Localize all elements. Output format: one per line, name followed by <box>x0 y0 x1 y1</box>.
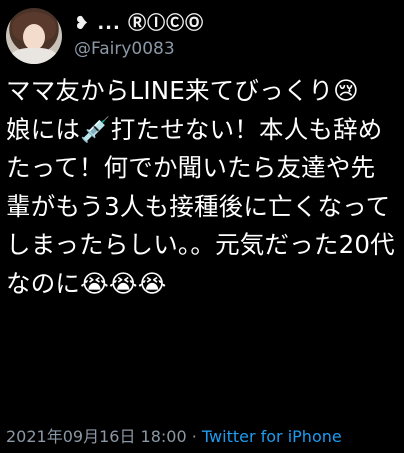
tweet-meta: 2021年09月16日 18:00 · Twitter for iPhone <box>6 426 342 448</box>
avatar-shirt <box>10 48 58 64</box>
author-names: ❥ ... ⓇⒾⒸⓄ @Fairy0083 <box>74 13 204 60</box>
meta-separator: · <box>186 427 202 446</box>
user-handle[interactable]: @Fairy0083 <box>74 38 204 60</box>
display-name[interactable]: ❥ ... ⓇⒾⒸⓄ <box>74 13 204 35</box>
tweet-text: ママ友からLINE来てびっくり😢 娘には💉打たせない！本人も辞めたって！何でか聞… <box>6 76 395 298</box>
avatar-face <box>23 24 45 50</box>
tweet: ❥ ... ⓇⒾⒸⓄ @Fairy0083 ママ友からLINE来てびっくり😢 娘… <box>0 0 404 453</box>
avatar[interactable] <box>6 8 62 64</box>
tweet-timestamp[interactable]: 2021年09月16日 18:00 <box>6 427 187 446</box>
tweet-source-link[interactable]: Twitter for iPhone <box>202 427 342 446</box>
tweet-header: ❥ ... ⓇⒾⒸⓄ @Fairy0083 <box>6 6 398 66</box>
